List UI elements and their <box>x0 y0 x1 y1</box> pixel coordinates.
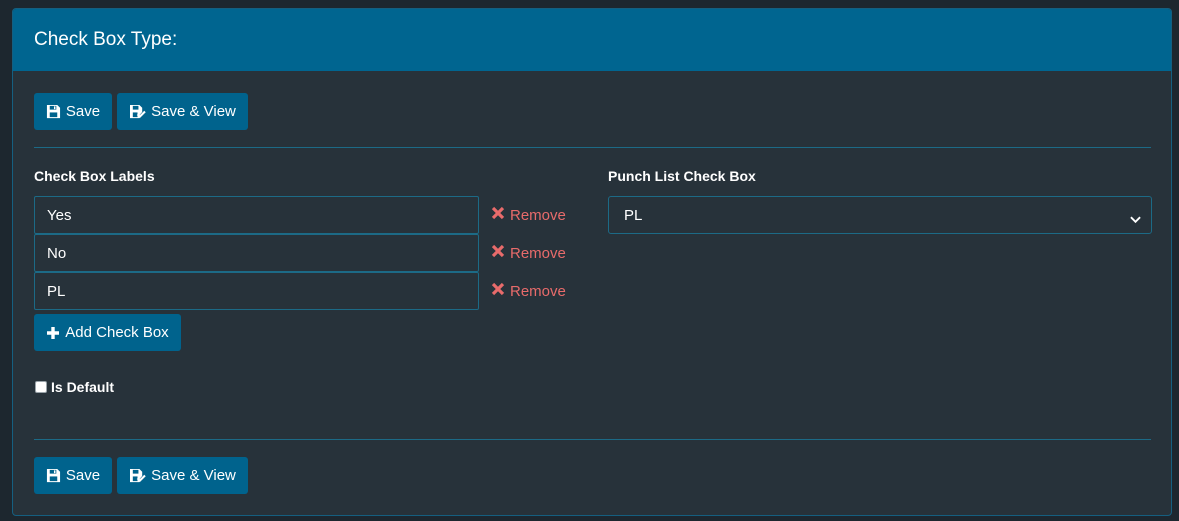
add-check-box-button[interactable]: Add Check Box <box>34 314 181 351</box>
floppy-disk-icon <box>46 104 61 119</box>
remove-button-3[interactable]: Remove <box>491 282 566 300</box>
save-button-top[interactable]: Save <box>34 93 112 130</box>
check-box-type-panel: Check Box Type: Save Save & View Check B… <box>12 8 1172 516</box>
remove-label: Remove <box>510 244 566 262</box>
remove-label: Remove <box>510 282 566 300</box>
check-box-label-input-3[interactable] <box>34 272 479 310</box>
save-label: Save <box>65 467 101 484</box>
divider-bottom <box>34 439 1151 440</box>
divider-top <box>34 147 1151 148</box>
save-label: Save <box>65 103 101 120</box>
x-icon <box>491 244 505 262</box>
remove-label: Remove <box>510 206 566 224</box>
x-icon <box>491 206 505 224</box>
page-title: Check Box Type: <box>34 29 178 50</box>
punch-list-selected-value: PL <box>624 206 643 224</box>
check-box-labels-heading: Check Box Labels <box>34 168 155 184</box>
is-default-label: Is Default <box>51 379 115 395</box>
panel-header: Check Box Type: <box>13 9 1171 71</box>
save-and-view-button-top[interactable]: Save & View <box>117 93 248 130</box>
save-button-bottom[interactable]: Save <box>34 457 112 494</box>
add-check-box-label: Add Check Box <box>65 324 169 341</box>
remove-button-2[interactable]: Remove <box>491 244 566 262</box>
plus-icon <box>46 326 60 340</box>
punch-list-heading: Punch List Check Box <box>608 168 756 184</box>
is-default-checkbox[interactable] <box>35 381 47 393</box>
x-icon <box>491 282 505 300</box>
floppy-check-icon <box>129 104 146 119</box>
remove-button-1[interactable]: Remove <box>491 206 566 224</box>
save-view-label: Save & View <box>151 103 236 120</box>
floppy-check-icon <box>129 468 146 483</box>
check-box-label-input-2[interactable] <box>34 234 479 272</box>
punch-list-select[interactable]: PL <box>608 196 1152 234</box>
save-and-view-button-bottom[interactable]: Save & View <box>117 457 248 494</box>
floppy-disk-icon <box>46 468 61 483</box>
chevron-down-icon <box>1130 211 1141 228</box>
check-box-label-input-1[interactable] <box>34 196 479 234</box>
save-view-label: Save & View <box>151 467 236 484</box>
